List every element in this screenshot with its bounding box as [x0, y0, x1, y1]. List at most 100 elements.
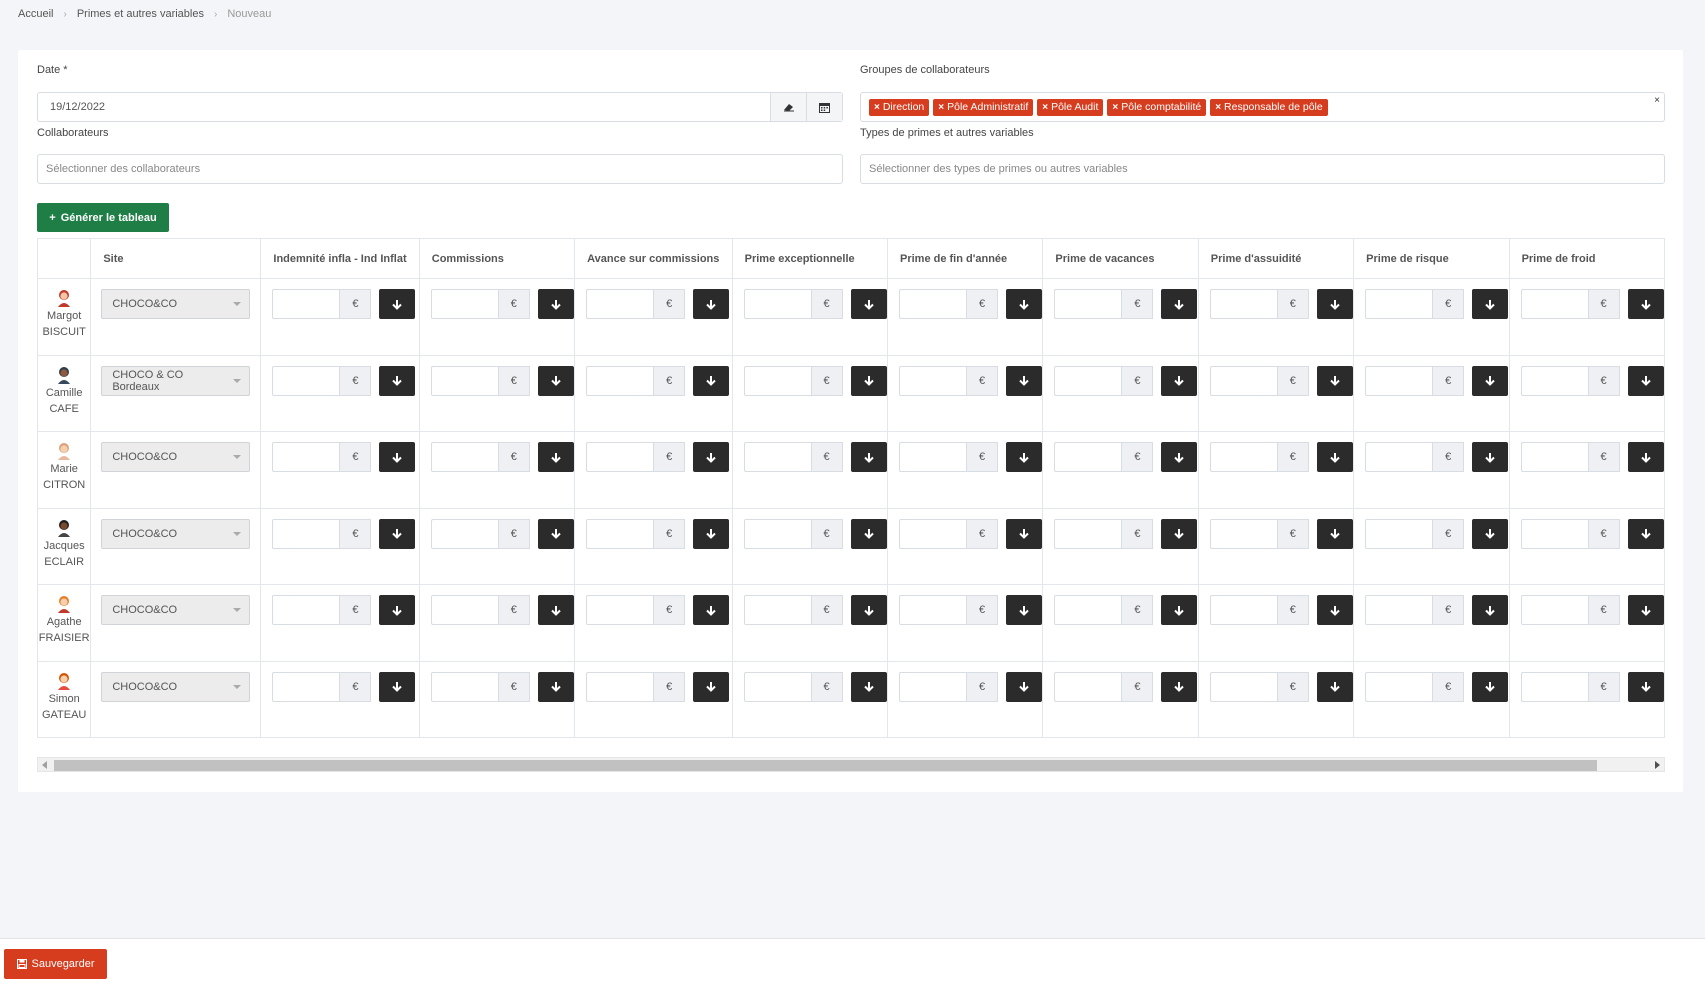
site-select[interactable]: CHOCO&CO — [101, 671, 251, 702]
amount-input[interactable] — [899, 289, 966, 319]
amount-input[interactable] — [430, 289, 498, 319]
amount-input[interactable] — [1365, 595, 1433, 625]
fill-down-button[interactable] — [850, 365, 887, 396]
group-tag-direction[interactable]: × Direction — [869, 98, 930, 116]
amount-input[interactable] — [586, 518, 654, 549]
fill-down-button[interactable] — [1316, 365, 1353, 396]
site-select[interactable]: CHOCO&CO — [101, 518, 251, 549]
amount-input[interactable] — [272, 442, 340, 472]
remove-icon[interactable]: × — [1042, 102, 1048, 113]
fill-down-button[interactable] — [1006, 518, 1042, 549]
amount-input[interactable] — [586, 595, 654, 625]
fill-down-button[interactable] — [1472, 442, 1509, 472]
fill-down-button[interactable] — [850, 671, 887, 702]
fill-down-button[interactable] — [1161, 518, 1198, 549]
amount-input[interactable] — [1520, 518, 1588, 549]
amount-input[interactable] — [272, 518, 340, 549]
amount-input[interactable] — [1209, 518, 1277, 549]
fill-down-button[interactable] — [1316, 518, 1353, 549]
amount-input[interactable] — [743, 365, 811, 396]
fill-down-button[interactable] — [1316, 671, 1353, 702]
fill-down-button[interactable] — [537, 518, 574, 549]
fill-down-button[interactable] — [1627, 365, 1664, 396]
amount-input[interactable] — [430, 442, 498, 472]
amount-input[interactable] — [1054, 595, 1122, 625]
clear-groups-icon[interactable]: × — [1654, 95, 1660, 106]
fill-down-button[interactable] — [693, 442, 730, 472]
fill-down-button[interactable] — [537, 289, 574, 319]
amount-input[interactable] — [1520, 671, 1588, 702]
fill-down-button[interactable] — [850, 442, 887, 472]
amount-input[interactable] — [899, 518, 966, 549]
amount-input[interactable] — [586, 671, 654, 702]
remove-icon[interactable]: × — [1215, 102, 1221, 113]
fill-down-button[interactable] — [1161, 289, 1198, 319]
fill-down-button[interactable] — [1627, 289, 1664, 319]
fill-down-button[interactable] — [1161, 365, 1198, 396]
fill-down-button[interactable] — [1472, 595, 1509, 625]
amount-input[interactable] — [1365, 442, 1433, 472]
amount-input[interactable] — [272, 365, 340, 396]
scroll-left-icon[interactable] — [42, 761, 47, 769]
fill-down-button[interactable] — [1472, 365, 1509, 396]
amount-input[interactable] — [586, 442, 654, 472]
amount-input[interactable] — [1054, 442, 1122, 472]
remove-icon[interactable]: × — [1112, 102, 1118, 113]
site-select[interactable]: CHOCO & CO Bordeaux — [101, 365, 251, 396]
amount-input[interactable] — [430, 595, 498, 625]
amount-input[interactable] — [430, 365, 498, 396]
amount-input[interactable] — [1209, 442, 1277, 472]
amount-input[interactable] — [586, 289, 654, 319]
fill-down-button[interactable] — [1472, 671, 1509, 702]
amount-input[interactable] — [1365, 365, 1433, 396]
fill-down-button[interactable] — [379, 595, 416, 625]
amount-input[interactable] — [1520, 595, 1588, 625]
collab-select[interactable]: Sélectionner des collaborateurs — [37, 154, 843, 184]
amount-input[interactable] — [1365, 671, 1433, 702]
fill-down-button[interactable] — [1161, 671, 1198, 702]
amount-input[interactable] — [1520, 289, 1588, 319]
amount-input[interactable] — [1054, 365, 1122, 396]
fill-down-button[interactable] — [1627, 671, 1664, 702]
amount-input[interactable] — [743, 595, 811, 625]
fill-down-button[interactable] — [1006, 671, 1042, 702]
fill-down-button[interactable] — [1627, 595, 1664, 625]
amount-input[interactable] — [272, 671, 340, 702]
fill-down-button[interactable] — [1161, 595, 1198, 625]
fill-down-button[interactable] — [693, 518, 730, 549]
amount-input[interactable] — [743, 671, 811, 702]
fill-down-button[interactable] — [693, 365, 730, 396]
amount-input[interactable] — [1520, 442, 1588, 472]
fill-down-button[interactable] — [379, 518, 416, 549]
amount-input[interactable] — [1209, 671, 1277, 702]
amount-input[interactable] — [272, 289, 340, 319]
fill-down-button[interactable] — [850, 289, 887, 319]
site-select[interactable]: CHOCO&CO — [101, 442, 251, 472]
breadcrumb-home[interactable]: Accueil — [18, 8, 53, 20]
fill-down-button[interactable] — [1627, 442, 1664, 472]
amount-input[interactable] — [899, 442, 966, 472]
amount-input[interactable] — [743, 442, 811, 472]
amount-input[interactable] — [430, 518, 498, 549]
fill-down-button[interactable] — [1472, 289, 1509, 319]
fill-down-button[interactable] — [1006, 442, 1042, 472]
amount-input[interactable] — [1365, 289, 1433, 319]
amount-input[interactable] — [899, 365, 966, 396]
fill-down-button[interactable] — [1316, 595, 1353, 625]
fill-down-button[interactable] — [850, 518, 887, 549]
group-tag-comptabilite[interactable]: × Pôle comptabilité — [1107, 98, 1207, 116]
remove-icon[interactable]: × — [938, 102, 944, 113]
groups-select[interactable]: × Direction × Pôle Administratif × Pôle Aud… — [860, 92, 1665, 122]
amount-input[interactable] — [1209, 289, 1277, 319]
scrollbar-thumb[interactable] — [54, 760, 1597, 771]
fill-down-button[interactable] — [693, 289, 730, 319]
fill-down-button[interactable] — [693, 595, 730, 625]
fill-down-button[interactable] — [379, 365, 416, 396]
fill-down-button[interactable] — [537, 671, 574, 702]
fill-down-button[interactable] — [1006, 595, 1042, 625]
amount-input[interactable] — [1520, 365, 1588, 396]
fill-down-button[interactable] — [693, 671, 730, 702]
group-tag-responsable[interactable]: × Responsable de pôle — [1210, 98, 1328, 116]
scroll-right-icon[interactable] — [1655, 761, 1660, 769]
types-select[interactable]: Sélectionner des types de primes ou autr… — [860, 154, 1665, 184]
